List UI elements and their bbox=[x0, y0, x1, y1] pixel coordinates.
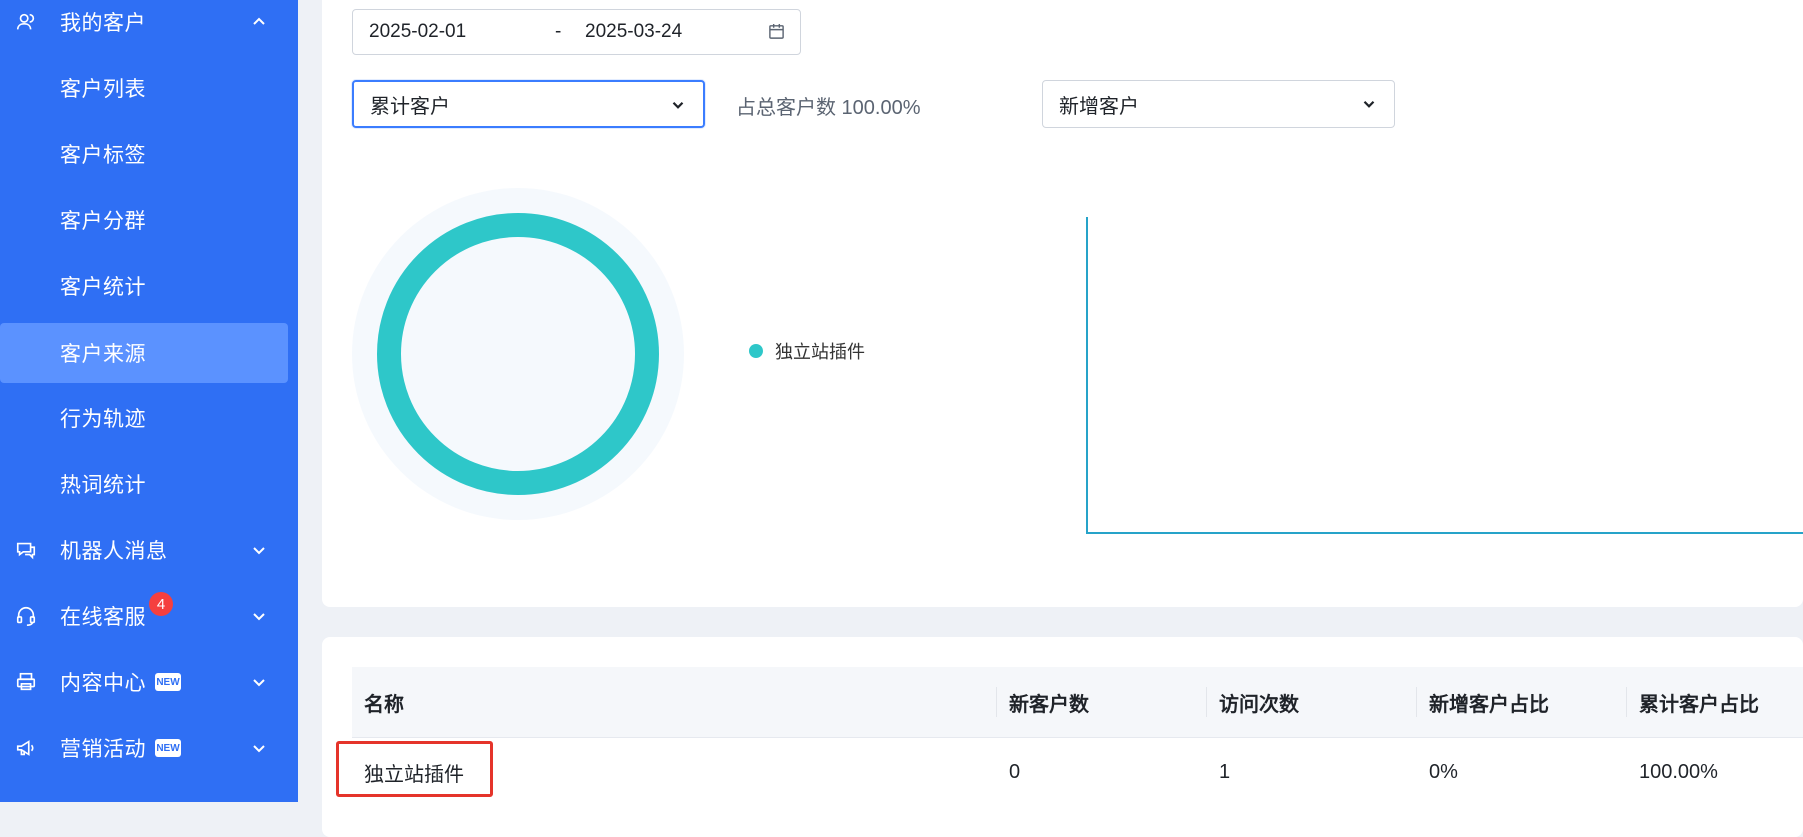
trend-select-value: 新增客户 bbox=[1059, 95, 1139, 118]
sidebar-group-robot-messages[interactable]: 机器人消息 bbox=[0, 520, 298, 580]
sidebar-group-label: 机器人消息 bbox=[60, 540, 168, 563]
column-divider bbox=[996, 687, 997, 717]
new-tag: NEW bbox=[155, 673, 181, 691]
sidebar-item-label: 客户标签 bbox=[60, 144, 146, 167]
sidebar-group-content-center[interactable]: 内容中心 NEW bbox=[0, 652, 298, 712]
megaphone-icon bbox=[14, 736, 38, 760]
column-header-name: 名称 bbox=[364, 693, 404, 716]
sidebar-group-label: 营销活动 bbox=[60, 738, 146, 761]
sidebar-group-label: 在线客服 bbox=[60, 606, 146, 629]
column-divider bbox=[1416, 687, 1417, 717]
cell-total-ratio: 100.00% bbox=[1639, 760, 1718, 783]
sidebar-item-label: 客户统计 bbox=[60, 276, 146, 299]
sidebar-group-marketing[interactable]: 营销活动 NEW bbox=[0, 718, 298, 778]
donut-background bbox=[352, 188, 684, 520]
highlight-box bbox=[336, 741, 493, 797]
cell-new-customers: 0 bbox=[1009, 760, 1021, 783]
sidebar-item-behavior-track[interactable]: 行为轨迹 bbox=[0, 388, 298, 448]
sidebar-item-customer-tags[interactable]: 客户标签 bbox=[0, 124, 298, 184]
donut-chart bbox=[352, 188, 684, 520]
user-icon bbox=[14, 10, 38, 34]
chevron-down-icon bbox=[248, 671, 270, 693]
trend-chart-x-axis bbox=[1086, 532, 1803, 534]
unread-badge: 4 bbox=[149, 592, 173, 616]
column-header-new-ratio: 新增客户占比 bbox=[1429, 693, 1549, 716]
headset-icon bbox=[14, 604, 38, 628]
date-end[interactable]: 2025-03-24 bbox=[585, 21, 682, 43]
sidebar: 我的客户 客户列表 客户标签 客户分群 客户统计 客户来源 行为轨迹 热词统计 … bbox=[0, 0, 298, 802]
metric-select-value: 累计客户 bbox=[370, 95, 450, 118]
chevron-down-icon bbox=[669, 96, 687, 114]
date-range-picker[interactable]: 2025-02-01 - 2025-03-24 bbox=[352, 9, 801, 55]
trend-select[interactable]: 新增客户 bbox=[1042, 80, 1395, 128]
date-separator: - bbox=[555, 21, 562, 42]
sidebar-group-my-customers[interactable]: 我的客户 bbox=[0, 0, 298, 52]
legend-label: 独立站插件 bbox=[775, 342, 865, 362]
chart-legend[interactable]: 独立站插件 bbox=[749, 338, 865, 364]
printer-icon bbox=[14, 670, 38, 694]
date-start[interactable]: 2025-02-01 bbox=[369, 21, 466, 43]
sidebar-item-customer-segments[interactable]: 客户分群 bbox=[0, 190, 298, 250]
metric-select[interactable]: 累计客户 bbox=[352, 80, 705, 128]
column-header-new-customers: 新客户数 bbox=[1009, 693, 1089, 716]
column-divider bbox=[1626, 687, 1627, 717]
column-header-total-ratio: 累计客户占比 bbox=[1639, 693, 1759, 716]
column-header-visits: 访问次数 bbox=[1219, 693, 1299, 716]
table-header: 名称 新客户数 访问次数 新增客户占比 累计客户占比 bbox=[352, 667, 1803, 738]
column-divider bbox=[1206, 687, 1207, 717]
chevron-down-icon bbox=[248, 539, 270, 561]
sidebar-group-online-service[interactable]: 在线客服 4 bbox=[0, 586, 298, 646]
sidebar-group-label: 我的客户 bbox=[60, 12, 146, 35]
chat-icon bbox=[14, 538, 38, 562]
cell-visits: 1 bbox=[1219, 760, 1231, 783]
sidebar-item-customer-source[interactable]: 客户来源 bbox=[0, 323, 288, 383]
legend-dot bbox=[749, 344, 763, 358]
sidebar-item-label: 热词统计 bbox=[60, 474, 146, 497]
new-tag: NEW bbox=[155, 739, 181, 757]
chevron-down-icon bbox=[248, 737, 270, 759]
sidebar-group-label: 内容中心 bbox=[60, 672, 146, 695]
sidebar-item-label: 客户分群 bbox=[60, 210, 146, 233]
sidebar-item-hot-words[interactable]: 热词统计 bbox=[0, 454, 298, 514]
chevron-down-icon bbox=[1360, 95, 1378, 113]
calendar-icon[interactable] bbox=[768, 23, 785, 46]
sidebar-item-label: 客户列表 bbox=[60, 78, 146, 101]
ratio-text: 占总客户数 100.00% bbox=[736, 97, 921, 119]
sidebar-item-customer-stats[interactable]: 客户统计 bbox=[0, 256, 298, 316]
sidebar-item-label: 行为轨迹 bbox=[60, 408, 146, 431]
sidebar-item-customer-list[interactable]: 客户列表 bbox=[0, 58, 298, 118]
cell-new-ratio: 0% bbox=[1429, 760, 1458, 783]
chevron-down-icon bbox=[248, 605, 270, 627]
sidebar-item-label: 客户来源 bbox=[60, 343, 146, 366]
trend-chart-y-axis bbox=[1086, 217, 1088, 534]
chevron-up-icon bbox=[248, 11, 270, 33]
